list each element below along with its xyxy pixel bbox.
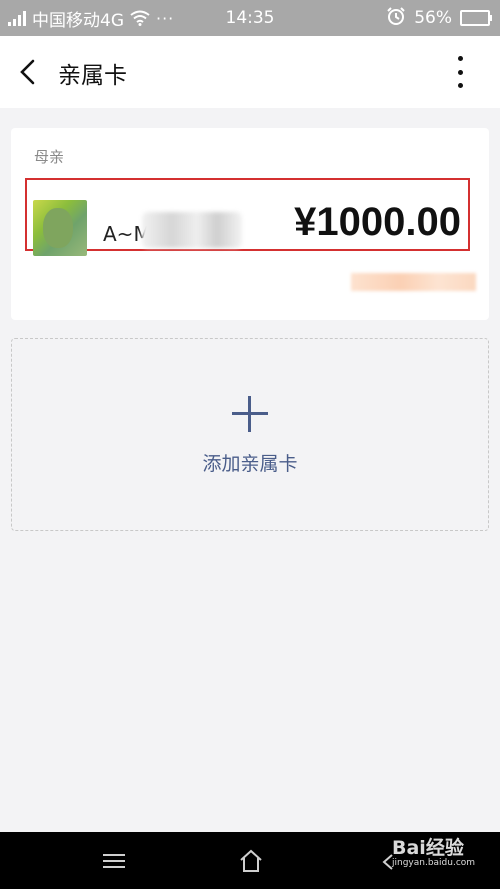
home-icon[interactable] — [238, 848, 264, 874]
more-options-icon[interactable] — [456, 56, 464, 88]
system-nav-bar: Bai经验 jingyan.baidu.com — [0, 832, 500, 889]
watermark-subtext: jingyan.baidu.com — [392, 857, 476, 868]
clock-time: 14:35 — [225, 8, 275, 28]
back-arrow-icon[interactable] — [14, 58, 42, 86]
carrier-name: 中国移动4G — [32, 10, 124, 31]
add-family-card-button[interactable]: 添加亲属卡 — [11, 338, 489, 531]
avatar — [33, 200, 87, 256]
plus-icon — [232, 396, 268, 432]
relation-label: 母亲 — [34, 148, 65, 166]
watermark-text: Bai经验 — [392, 837, 464, 859]
status-bar: 中国移动4G ··· 14:35 56% — [0, 0, 500, 36]
alarm-icon — [386, 6, 406, 31]
recent-apps-icon[interactable] — [103, 854, 125, 868]
wifi-icon — [130, 10, 150, 26]
signal-icon — [8, 10, 26, 26]
family-card[interactable]: 母亲 A~M ¥1000.00 — [11, 128, 489, 320]
battery-percent: 56% — [414, 8, 452, 28]
baidu-watermark: Bai经验 jingyan.baidu.com — [392, 838, 475, 869]
name-redaction-blur — [142, 212, 242, 248]
card-amount: ¥1000.00 — [294, 200, 461, 244]
detail-redaction-blur — [351, 273, 476, 291]
add-card-label: 添加亲属卡 — [202, 453, 298, 475]
more-notifications-icon: ··· — [156, 8, 175, 28]
app-header: 亲属卡 — [0, 36, 500, 108]
page-title: 亲属卡 — [58, 63, 127, 89]
battery-icon — [460, 10, 492, 26]
